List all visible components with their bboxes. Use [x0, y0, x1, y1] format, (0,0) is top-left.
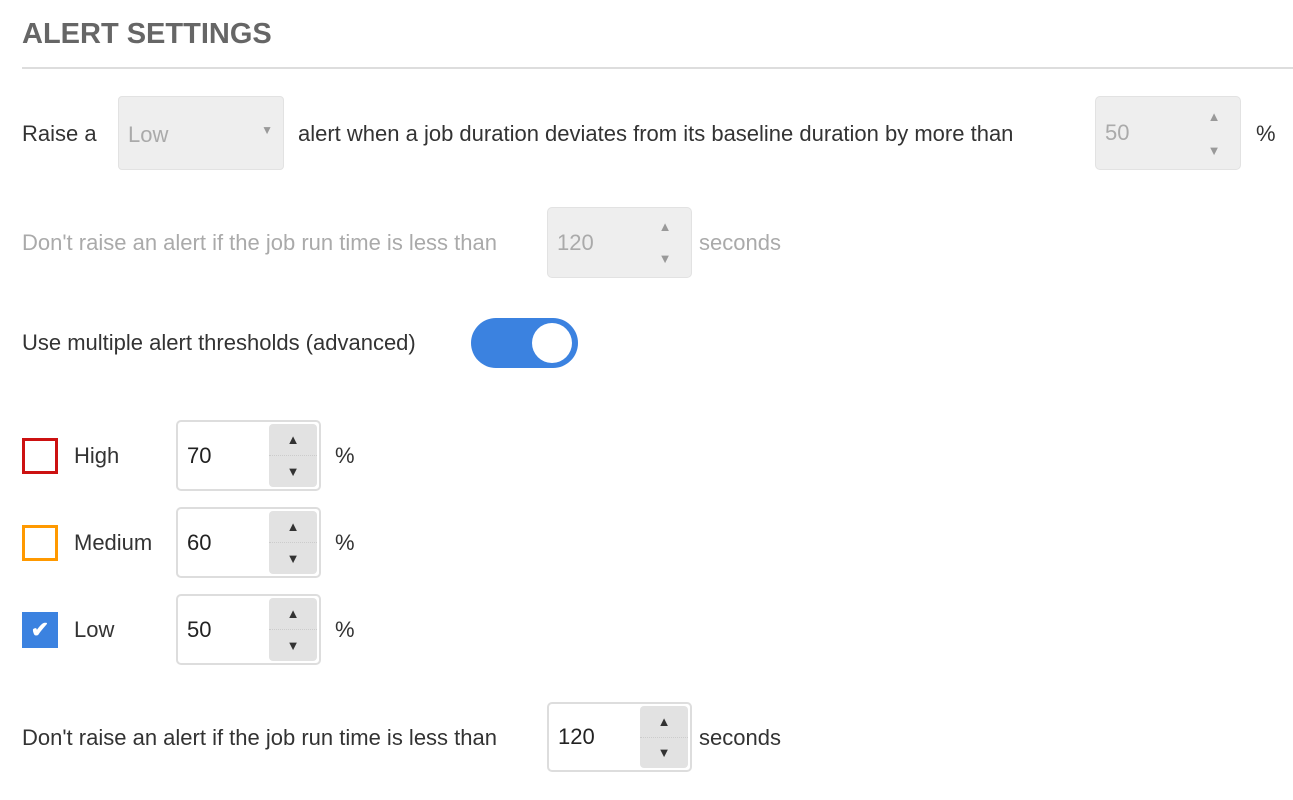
severity-selected: Low [128, 122, 169, 147]
increment-up-icon[interactable]: ▲ [269, 511, 317, 542]
page-title: ALERT SETTINGS [22, 18, 272, 50]
multi-min-runtime-text: Don't raise an alert if the job run time… [22, 725, 497, 750]
multi-min-runtime-stepper[interactable]: 120 ▲ ▼ [547, 702, 692, 772]
raise-middle-text: alert when a job duration deviates from … [298, 121, 1014, 146]
checkbox-high[interactable] [22, 438, 58, 474]
check-icon: ✔ [30, 617, 50, 642]
threshold-value: 50 [187, 616, 212, 642]
increment-up-icon[interactable]: ▲ [269, 424, 317, 455]
threshold-unit: % [335, 530, 355, 555]
decrement-down-icon[interactable]: ▼ [640, 736, 688, 769]
percent-value: 50 [1105, 120, 1130, 145]
min-runtime-stepper[interactable]: 120 ▲ ▼ [547, 207, 692, 278]
decrement-down-icon[interactable]: ▼ [269, 542, 317, 574]
threshold-value: 70 [187, 442, 212, 468]
multi-min-runtime-value: 120 [558, 724, 595, 749]
toggle-knob [532, 323, 572, 363]
decrement-down-icon[interactable]: ▼ [269, 455, 317, 487]
multi-threshold-label: Use multiple alert thresholds (advanced) [22, 330, 416, 355]
decrement-down-icon[interactable]: ▼ [1190, 133, 1238, 167]
threshold-stepper-medium[interactable]: 60 ▲ ▼ [176, 507, 321, 578]
percent-unit: % [1256, 121, 1276, 146]
raise-prefix: Raise a [22, 121, 97, 146]
checkbox-medium[interactable] [22, 525, 58, 561]
increment-up-icon[interactable]: ▲ [641, 210, 689, 243]
increment-up-icon[interactable]: ▲ [640, 706, 688, 737]
threshold-label-high: High [74, 443, 120, 468]
decrement-down-icon[interactable]: ▼ [641, 243, 689, 276]
min-runtime-text: Don't raise an alert if the job run time… [22, 230, 497, 255]
threshold-unit: % [335, 443, 355, 468]
chevron-down-icon: ▼ [261, 123, 273, 137]
severity-select[interactable]: Low ▼ [118, 96, 284, 170]
seconds-unit: seconds [699, 230, 781, 255]
checkbox-low[interactable]: ✔ [22, 612, 58, 648]
threshold-label-low: Low [74, 617, 115, 642]
increment-up-icon[interactable]: ▲ [269, 598, 317, 629]
divider [22, 67, 1293, 69]
percent-stepper[interactable]: 50 ▲ ▼ [1095, 96, 1241, 170]
threshold-unit: % [335, 617, 355, 642]
threshold-stepper-high[interactable]: 70 ▲ ▼ [176, 420, 321, 491]
threshold-value: 60 [187, 529, 212, 555]
decrement-down-icon[interactable]: ▼ [269, 629, 317, 661]
increment-up-icon[interactable]: ▲ [1190, 99, 1238, 133]
threshold-label-medium: Medium [74, 530, 153, 555]
multi-seconds-unit: seconds [699, 725, 781, 750]
threshold-stepper-low[interactable]: 50 ▲ ▼ [176, 594, 321, 665]
multi-threshold-toggle[interactable] [471, 318, 578, 368]
min-runtime-value: 120 [557, 229, 594, 255]
